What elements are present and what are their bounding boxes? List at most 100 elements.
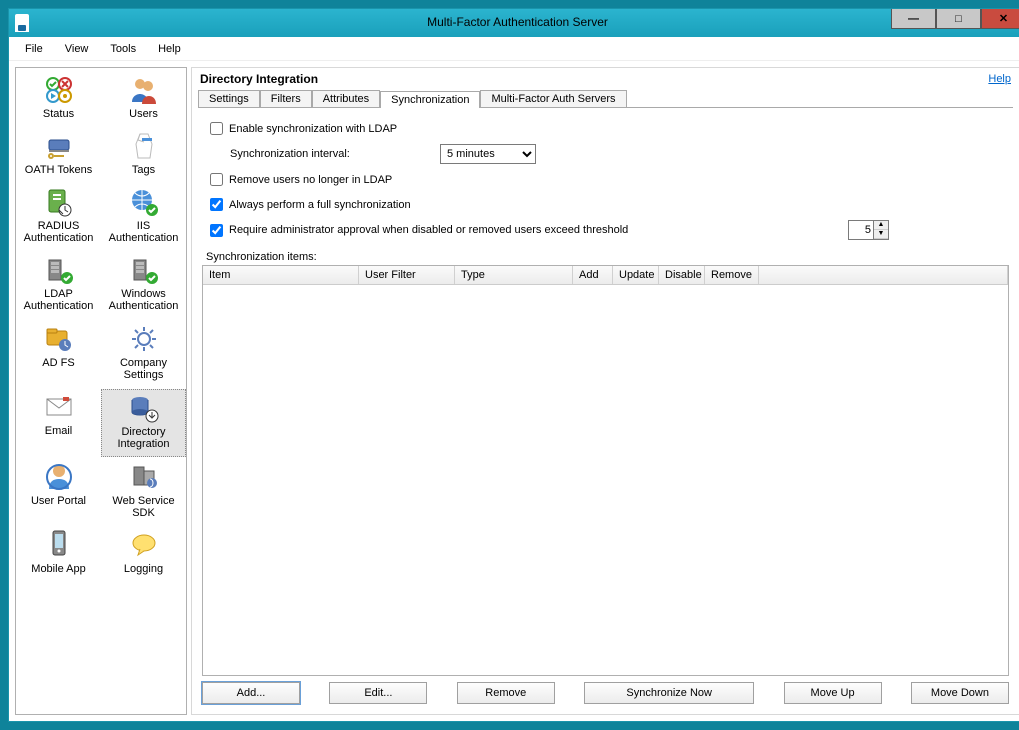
sidebar-item-label: Users bbox=[129, 108, 158, 120]
window-title: Multi-Factor Authentication Server bbox=[9, 15, 1019, 29]
sidebar-icon bbox=[128, 186, 160, 218]
col-add[interactable]: Add bbox=[573, 266, 613, 284]
menu-help[interactable]: Help bbox=[148, 40, 191, 58]
sidebar-icon bbox=[43, 74, 75, 106]
sidebar-icon bbox=[43, 130, 75, 162]
app-window: Multi-Factor Authentication Server — □ ✕… bbox=[8, 8, 1019, 722]
sidebar-item-email[interactable]: Email bbox=[16, 389, 101, 457]
enable-sync-label: Enable synchronization with LDAP bbox=[229, 123, 397, 135]
grid-button-row: Add... Edit... Remove Synchronize Now Mo… bbox=[202, 676, 1009, 704]
sidebar-item-tags[interactable]: Tags bbox=[101, 128, 186, 182]
sidebar-item-windows-authentication[interactable]: Windows Authentication bbox=[101, 252, 186, 318]
sidebar-item-label: Mobile App bbox=[31, 563, 85, 575]
sidebar-icon bbox=[128, 130, 160, 162]
enable-sync-row[interactable]: Enable synchronization with LDAP bbox=[202, 119, 1009, 138]
tab-settings[interactable]: Settings bbox=[198, 90, 260, 107]
sync-items-grid: Item User Filter Type Add Update Disable… bbox=[202, 265, 1009, 676]
sidebar-item-logging[interactable]: Logging bbox=[101, 527, 186, 581]
sidebar-icon bbox=[128, 323, 160, 355]
col-type[interactable]: Type bbox=[455, 266, 573, 284]
sync-interval-select[interactable]: 5 minutes bbox=[440, 144, 536, 164]
col-update[interactable]: Update bbox=[613, 266, 659, 284]
remove-users-row[interactable]: Remove users no longer in LDAP bbox=[202, 170, 1009, 189]
threshold-up-icon[interactable]: ▲ bbox=[874, 221, 888, 230]
sidebar-icon bbox=[128, 254, 160, 286]
navigation-panel: Status Users OATH Tokens Tags RADIUS Authent… bbox=[15, 67, 187, 715]
sidebar-item-label: RADIUS Authentication bbox=[18, 220, 99, 244]
tab-filters[interactable]: Filters bbox=[260, 90, 312, 107]
col-filter[interactable]: User Filter bbox=[359, 266, 455, 284]
threshold-input[interactable] bbox=[849, 221, 873, 239]
body-area: Status Users OATH Tokens Tags RADIUS Authent… bbox=[9, 61, 1019, 721]
threshold-spinner[interactable]: ▲ ▼ bbox=[848, 220, 889, 240]
enable-sync-checkbox[interactable] bbox=[210, 122, 223, 135]
col-spacer bbox=[759, 266, 1008, 284]
menu-view[interactable]: View bbox=[55, 40, 99, 58]
sidebar-icon bbox=[43, 461, 75, 493]
edit-button[interactable]: Edit... bbox=[329, 682, 427, 704]
add-button[interactable]: Add... bbox=[202, 682, 300, 704]
help-link[interactable]: Help bbox=[988, 73, 1011, 85]
grid-body[interactable] bbox=[203, 285, 1008, 675]
sidebar-item-label: Web Service SDK bbox=[103, 495, 184, 519]
threshold-down-icon[interactable]: ▼ bbox=[874, 230, 888, 239]
grid-header: Item User Filter Type Add Update Disable… bbox=[203, 266, 1008, 285]
sidebar-icon bbox=[43, 254, 75, 286]
sidebar-item-radius-authentication[interactable]: RADIUS Authentication bbox=[16, 184, 101, 250]
sidebar-item-user-portal[interactable]: User Portal bbox=[16, 459, 101, 525]
sidebar-icon bbox=[128, 529, 160, 561]
sidebar-item-label: Logging bbox=[124, 563, 163, 575]
sidebar-icon bbox=[43, 186, 75, 218]
sidebar-item-company-settings[interactable]: Company Settings bbox=[101, 321, 186, 387]
full-sync-label: Always perform a full synchronization bbox=[229, 199, 411, 211]
sidebar-item-iis-authentication[interactable]: IIS Authentication bbox=[101, 184, 186, 250]
sidebar-item-label: AD FS bbox=[42, 357, 74, 369]
minimize-button[interactable]: — bbox=[891, 9, 936, 29]
sidebar-item-label: Status bbox=[43, 108, 74, 120]
maximize-button[interactable]: □ bbox=[936, 9, 981, 29]
tab-multi-factor-auth-servers[interactable]: Multi-Factor Auth Servers bbox=[480, 90, 626, 107]
sync-interval-label: Synchronization interval: bbox=[230, 148, 440, 160]
require-approval-checkbox[interactable] bbox=[210, 224, 223, 237]
full-sync-row[interactable]: Always perform a full synchronization bbox=[202, 195, 1009, 214]
sidebar-item-label: Email bbox=[45, 425, 73, 437]
sync-interval-row: Synchronization interval: 5 minutes bbox=[202, 144, 1009, 164]
page-title: Directory Integration bbox=[200, 72, 318, 86]
move-up-button[interactable]: Move Up bbox=[784, 682, 882, 704]
sidebar-item-label: LDAP Authentication bbox=[18, 288, 99, 312]
sidebar-item-mobile-app[interactable]: Mobile App bbox=[16, 527, 101, 581]
sidebar-item-ad-fs[interactable]: AD FS bbox=[16, 321, 101, 387]
sidebar-item-web-service-sdk[interactable]: Web Service SDK bbox=[101, 459, 186, 525]
remove-button[interactable]: Remove bbox=[457, 682, 555, 704]
sidebar-icon bbox=[43, 323, 75, 355]
title-bar: Multi-Factor Authentication Server — □ ✕ bbox=[9, 9, 1019, 37]
sidebar-item-ldap-authentication[interactable]: LDAP Authentication bbox=[16, 252, 101, 318]
tab-attributes[interactable]: Attributes bbox=[312, 90, 380, 107]
synchronize-now-button[interactable]: Synchronize Now bbox=[584, 682, 754, 704]
close-button[interactable]: ✕ bbox=[981, 9, 1019, 29]
full-sync-checkbox[interactable] bbox=[210, 198, 223, 211]
menu-tools[interactable]: Tools bbox=[100, 40, 146, 58]
sidebar-item-directory-integration[interactable]: Directory Integration bbox=[101, 389, 186, 457]
menu-file[interactable]: File bbox=[15, 40, 53, 58]
require-approval-row: Require administrator approval when disa… bbox=[202, 220, 1009, 240]
tab-synchronization[interactable]: Synchronization bbox=[380, 91, 480, 108]
remove-users-checkbox[interactable] bbox=[210, 173, 223, 186]
col-disable[interactable]: Disable bbox=[659, 266, 705, 284]
sidebar-item-label: Company Settings bbox=[103, 357, 184, 381]
sidebar-item-label: Tags bbox=[132, 164, 155, 176]
sidebar-item-users[interactable]: Users bbox=[101, 72, 186, 126]
sidebar-icon bbox=[128, 461, 160, 493]
require-approval-label: Require administrator approval when disa… bbox=[229, 224, 628, 236]
sidebar-item-label: User Portal bbox=[31, 495, 86, 507]
main-panel: Directory Integration Help SettingsFilte… bbox=[191, 67, 1019, 715]
move-down-button[interactable]: Move Down bbox=[911, 682, 1009, 704]
sync-items-label: Synchronization items: bbox=[206, 251, 1009, 263]
col-remove[interactable]: Remove bbox=[705, 266, 759, 284]
sidebar-item-oath-tokens[interactable]: OATH Tokens bbox=[16, 128, 101, 182]
sidebar-icon bbox=[43, 391, 75, 423]
sidebar-item-status[interactable]: Status bbox=[16, 72, 101, 126]
sidebar-item-label: Directory Integration bbox=[104, 426, 183, 450]
sidebar-icon bbox=[128, 74, 160, 106]
col-item[interactable]: Item bbox=[203, 266, 359, 284]
